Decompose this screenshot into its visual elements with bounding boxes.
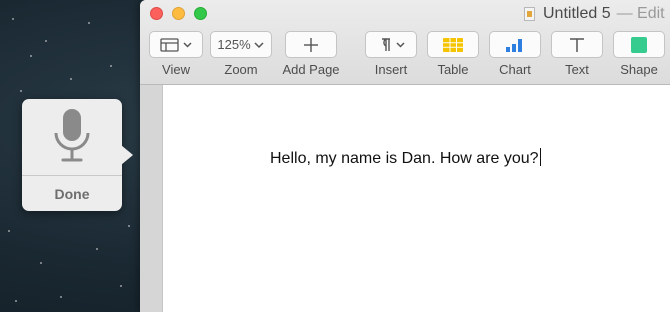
dictation-mic-area [22, 99, 122, 174]
insert-label: Insert [374, 62, 408, 77]
snow-speck [88, 22, 90, 24]
snow-speck [8, 230, 10, 232]
shape-button[interactable] [613, 31, 665, 58]
snow-speck [20, 90, 22, 92]
add-page-label: Add Page [282, 62, 340, 77]
view-label: View [162, 62, 190, 77]
text-button[interactable] [551, 31, 603, 58]
microphone-icon [54, 109, 90, 162]
minimize-window-button[interactable] [172, 7, 185, 20]
toolbar: Untitled 5 — Edit View 125% Zoom Add Pag… [140, 0, 670, 85]
snow-speck [40, 262, 42, 264]
snow-speck [120, 285, 122, 287]
shape-label: Shape [620, 62, 658, 77]
window-title-bar: Untitled 5 — Edit [524, 4, 665, 24]
window-title: Untitled 5 [543, 5, 611, 22]
plus-icon [304, 37, 318, 52]
chart-label: Chart [499, 62, 531, 77]
snow-speck [60, 296, 62, 298]
popover-arrow [121, 145, 133, 165]
chart-button[interactable] [489, 31, 541, 58]
document-text: Hello, my name is Dan. How are you? [270, 150, 539, 167]
add-page-button[interactable] [285, 31, 337, 58]
document-page[interactable]: Hello, my name is Dan. How are you? [163, 85, 670, 312]
canvas-gutter [140, 85, 163, 312]
text-cursor [539, 148, 541, 166]
pilcrow-icon [382, 37, 405, 51]
text-label: Text [565, 62, 589, 77]
snow-speck [70, 78, 72, 80]
shape-icon [631, 36, 647, 53]
document-body-text[interactable]: Hello, my name is Dan. How are you? [270, 148, 541, 168]
table-button[interactable] [427, 31, 479, 58]
zoom-select[interactable]: 125% [210, 31, 272, 58]
view-button[interactable] [149, 31, 203, 58]
table-icon [443, 37, 463, 52]
zoom-value: 125% [217, 37, 251, 52]
insert-button[interactable] [365, 31, 417, 58]
window-title-suffix: — Edit [616, 5, 665, 22]
close-window-button[interactable] [150, 7, 163, 20]
text-icon [570, 37, 584, 52]
snow-speck [30, 55, 32, 57]
sidebar-view-icon [160, 37, 192, 52]
pages-window: Untitled 5 — Edit View 125% Zoom Add Pag… [140, 0, 670, 312]
zoom-window-button[interactable] [194, 7, 207, 20]
chevron-down-icon [254, 41, 264, 48]
chart-icon [506, 38, 522, 52]
dictation-popover: Done [22, 99, 122, 211]
document-icon [524, 7, 535, 21]
zoom-label: Zoom [224, 62, 258, 77]
table-label: Table [437, 62, 469, 77]
snow-speck [15, 300, 17, 302]
snow-speck [128, 225, 130, 227]
snow-speck [12, 18, 14, 20]
snow-speck [45, 40, 47, 42]
done-button[interactable]: Done [22, 176, 122, 211]
snow-speck [96, 248, 98, 250]
snow-speck [110, 65, 112, 67]
